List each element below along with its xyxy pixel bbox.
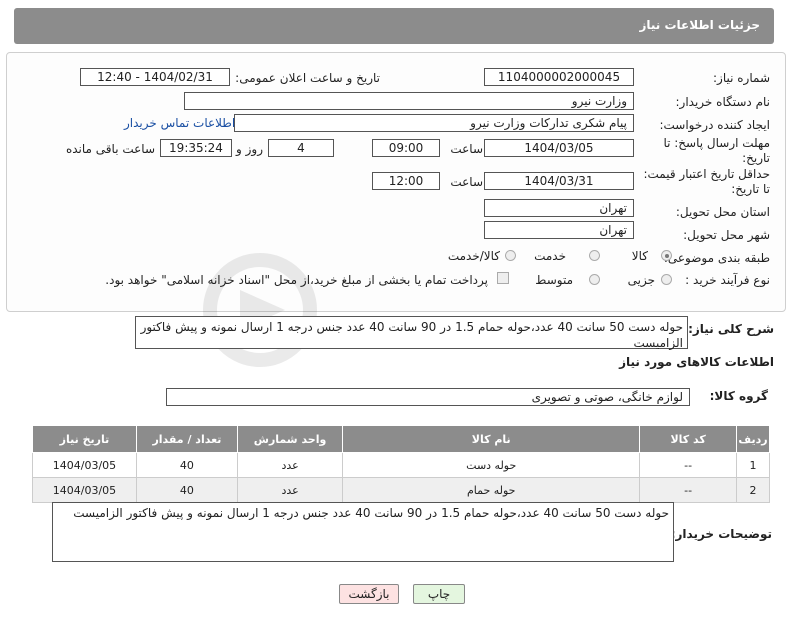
deadline-date-field: 1404/03/05	[484, 139, 634, 157]
payment-checkbox[interactable]	[497, 272, 509, 284]
table-row: 1 -- حوله دست عدد 40 1404/03/05	[32, 452, 770, 478]
table-header-row: ردیف کد کالا نام کالا واحد شمارش تعداد /…	[32, 425, 770, 453]
cell-date: 1404/03/05	[32, 477, 137, 503]
cell-quantity: 40	[135, 452, 238, 478]
page-header: جزئیات اطلاعات نیاز	[14, 8, 774, 44]
creator-field: پیام شکری تدارکات وزارت نیرو	[234, 114, 634, 132]
category-option-service: خدمت	[534, 249, 566, 263]
process-option-medium: متوسط	[535, 273, 573, 287]
cell-name: حوله حمام	[342, 477, 641, 503]
category-radio-both[interactable]	[505, 250, 516, 261]
need-number-field: 1104000002000045	[484, 68, 634, 86]
deadline-label-date: تاریخ:	[742, 151, 770, 165]
province-label: استان محل تحویل:	[675, 205, 770, 219]
print-button[interactable]: چاپ	[413, 584, 465, 604]
buyer-notes-text: حوله دست 50 سانت 40 عدد،حوله حمام 1.5 در…	[52, 502, 674, 562]
col-code: کد کالا	[639, 425, 738, 453]
buyer-label: نام دستگاه خریدار:	[675, 95, 771, 109]
cell-row: 2	[736, 477, 770, 503]
city-label: شهر محل تحویل:	[683, 228, 770, 242]
category-option-goods: کالا	[631, 249, 648, 263]
cell-code: --	[639, 452, 738, 478]
goods-group-field: لوازم خانگی، صوتی و تصویری	[166, 388, 690, 406]
col-name: نام کالا	[342, 425, 641, 453]
validity-time-field: 12:00	[372, 172, 440, 190]
city-field: تهران	[484, 221, 634, 239]
col-unit: واحد شمارش	[236, 425, 344, 453]
col-date: تاریخ نیاز	[32, 425, 137, 453]
cell-row: 1	[736, 452, 770, 478]
validity-label: حداقل تاریخ اعتبار قیمت:	[643, 167, 770, 181]
validity-date-field: 1404/03/31	[484, 172, 634, 190]
province-field: تهران	[484, 199, 634, 217]
deadline-time-label: ساعت	[450, 142, 483, 156]
process-option-minor: جزیی	[627, 273, 655, 287]
payment-note: پرداخت تمام یا بخشی از مبلغ خرید،از محل …	[105, 273, 488, 287]
col-quantity: تعداد / مقدار	[135, 425, 238, 453]
cell-code: --	[639, 477, 738, 503]
category-option-both: کالا/خدمت	[447, 249, 500, 263]
announce-datetime-field: 1404/02/31 - 12:40	[80, 68, 230, 86]
cell-name: حوله دست	[342, 452, 641, 478]
table-row: 2 -- حوله حمام عدد 40 1404/03/05	[32, 477, 770, 503]
validity-time-label: ساعت	[450, 175, 483, 189]
buyer-contact-link[interactable]: اطلاعات تماس خریدار	[124, 116, 235, 130]
description-text: حوله دست 50 سانت 40 عدد،حوله حمام 1.5 در…	[135, 316, 688, 350]
days-label: روز و	[236, 142, 263, 156]
description-label: شرح کلی نیاز:	[688, 322, 774, 336]
page-title: جزئیات اطلاعات نیاز	[639, 18, 760, 32]
cell-date: 1404/03/05	[32, 452, 137, 478]
deadline-label: مهلت ارسال پاسخ: تا	[663, 136, 770, 150]
announce-label: تاریخ و ساعت اعلان عمومی:	[235, 71, 380, 85]
cell-unit: عدد	[236, 452, 344, 478]
category-radio-service[interactable]	[589, 250, 600, 261]
category-radio-goods[interactable]	[661, 250, 672, 261]
goods-group-label: گروه کالا:	[709, 389, 768, 403]
goods-table: ردیف کد کالا نام کالا واحد شمارش تعداد /…	[32, 425, 770, 503]
creator-label: ایجاد کننده درخواست:	[659, 118, 770, 132]
need-number-label: شماره نیاز:	[713, 71, 770, 85]
deadline-time-field: 09:00	[372, 139, 440, 157]
back-button[interactable]: بازگشت	[339, 584, 399, 604]
process-label: نوع فرآیند خرید :	[685, 273, 770, 287]
remaining-days-field: 4	[268, 139, 334, 157]
remaining-time-field: 19:35:24	[160, 139, 232, 157]
process-radio-medium[interactable]	[589, 274, 600, 285]
remaining-label: ساعت باقی مانده	[65, 142, 155, 156]
buyer-field: وزارت نیرو	[184, 92, 634, 110]
cell-quantity: 40	[135, 477, 238, 503]
goods-section-title: اطلاعات کالاهای مورد نیاز	[619, 355, 774, 369]
validity-label-date: تا تاریخ:	[731, 182, 770, 196]
category-label: طبقه بندی موضوعی:	[663, 251, 770, 265]
col-row: ردیف	[736, 425, 770, 453]
buyer-notes-label: توضیحات خریدار:	[670, 527, 772, 541]
cell-unit: عدد	[236, 477, 344, 503]
process-radio-minor[interactable]	[661, 274, 672, 285]
